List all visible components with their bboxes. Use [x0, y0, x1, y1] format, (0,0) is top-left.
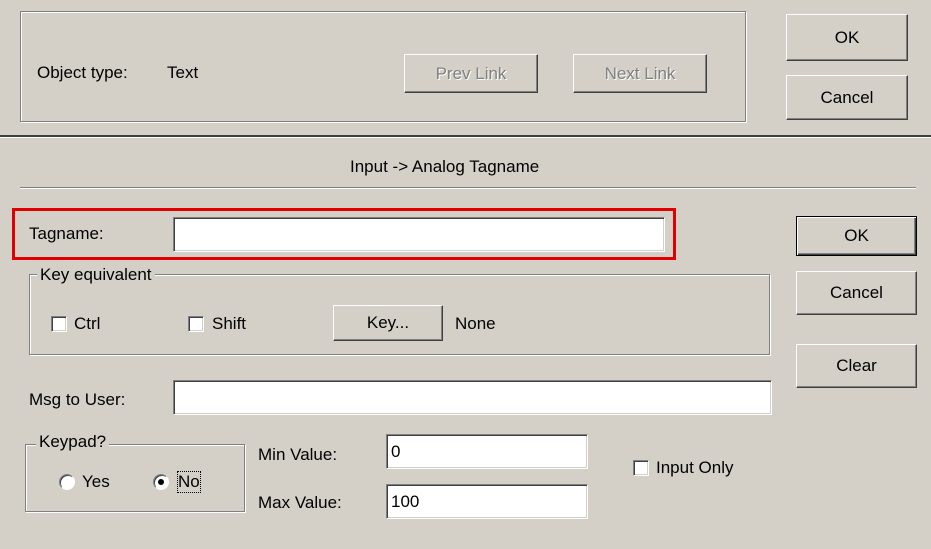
tagname-input[interactable]: [173, 217, 665, 252]
min-value-label: Min Value:: [258, 445, 338, 464]
key-value: None: [455, 314, 496, 333]
clear-button-label: Clear: [836, 356, 877, 375]
panel-divider-highlight: [0, 137, 931, 138]
input-only-label: Input Only: [656, 458, 734, 477]
shift-checkbox[interactable]: [188, 316, 204, 332]
ok-button-label: OK: [844, 226, 869, 245]
msg-to-user-label: Msg to User:: [29, 390, 126, 409]
top-ok-button[interactable]: OK: [786, 14, 908, 61]
clear-button[interactable]: Clear: [796, 344, 917, 388]
shift-label: Shift: [212, 314, 247, 333]
ok-button[interactable]: OK: [796, 216, 917, 256]
max-value-input[interactable]: [386, 484, 588, 519]
next-link-button[interactable]: Next Link: [573, 54, 707, 93]
top-ok-label: OK: [834, 27, 860, 47]
ctrl-label: Ctrl: [74, 314, 101, 333]
prev-link-button[interactable]: Prev Link: [404, 54, 538, 93]
cancel-button-label: Cancel: [830, 283, 883, 302]
keypad-group: [25, 444, 245, 512]
title-separator-highlight: [20, 188, 916, 189]
cancel-button[interactable]: Cancel: [796, 271, 917, 315]
tagname-label: Tagname:: [29, 224, 104, 243]
max-value-label: Max Value:: [258, 493, 342, 512]
keypad-no-selected-dot: [158, 479, 164, 485]
input-only-checkbox[interactable]: [633, 460, 649, 476]
top-cancel-button[interactable]: Cancel: [786, 75, 908, 120]
key-button[interactable]: Key...: [333, 305, 443, 341]
keypad-yes-label: Yes: [82, 472, 110, 491]
key-equivalent-legend: Key equivalent: [37, 265, 155, 285]
keypad-yes-radio[interactable]: [59, 474, 75, 490]
min-value-input[interactable]: [386, 434, 588, 469]
key-button-label: Key...: [366, 313, 410, 332]
prev-link-label: Prev Link: [435, 63, 507, 83]
keypad-no-label: No: [177, 471, 201, 493]
dialog-title: Input -> Analog Tagname: [350, 157, 540, 176]
top-cancel-label: Cancel: [820, 87, 874, 107]
keypad-legend: Keypad?: [36, 432, 110, 452]
keypad-no-radio[interactable]: [153, 474, 169, 490]
object-type-value: Text: [167, 63, 199, 82]
next-link-label: Next Link: [604, 63, 676, 83]
msg-to-user-input[interactable]: [173, 380, 772, 415]
object-type-label: Object type:: [37, 63, 128, 82]
ctrl-checkbox[interactable]: [51, 316, 67, 332]
